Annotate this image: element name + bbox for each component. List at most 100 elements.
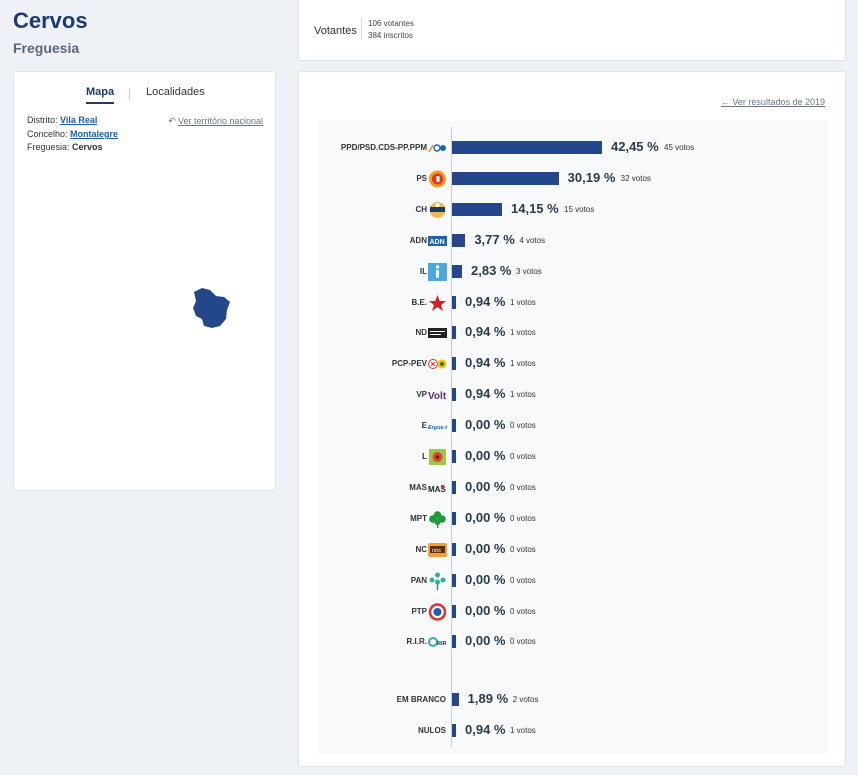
votes-label: 0 votos <box>510 482 536 492</box>
svg-text:Ergue-te: Ergue-te <box>428 425 447 431</box>
votes-label: 2 votos <box>512 695 539 705</box>
national-territory-label: Ver território nacional <box>177 116 263 126</box>
result-bar <box>452 326 456 340</box>
result-bar <box>452 724 456 738</box>
result-bar <box>452 264 462 278</box>
votes-label: 0 votos <box>510 606 536 616</box>
result-bar <box>452 295 456 309</box>
votes-label: 0 votos <box>510 575 536 585</box>
party-row: MPT 0,00 % 0 votos <box>318 508 828 530</box>
be-logo <box>428 294 447 312</box>
national-territory-link[interactable]: ↶ Ver território nacional <box>168 116 263 127</box>
party-name: ADN <box>409 235 427 245</box>
tab-mapa[interactable]: Mapa <box>86 86 115 104</box>
freguesia-map-shape[interactable] <box>190 286 232 330</box>
votes-label: 0 votos <box>510 544 536 554</box>
ps-logo <box>428 170 447 188</box>
party-name: R.I.R. <box>406 637 427 647</box>
tab-localidades[interactable]: Localidades <box>146 86 205 98</box>
map-tabs: Mapa Localidades <box>14 86 275 106</box>
nos-cidadaos-logo: nós <box>428 541 447 559</box>
party-name: B.E. <box>411 297 427 307</box>
percent-label: 3,77 % <box>474 231 515 247</box>
votes-label: 0 votos <box>510 452 536 461</box>
percent-label: 0,94 % <box>465 293 506 309</box>
previous-results-link[interactable]: ← Ver resultados de 2019 <box>721 97 825 107</box>
votes-label: 1 votos <box>510 297 536 307</box>
map-panel: Mapa Localidades Distrito: Vila Real Con… <box>13 71 276 491</box>
percent-label: 0,94 % <box>465 355 506 371</box>
svg-text:Volt: Volt <box>428 391 447 401</box>
result-bar <box>452 419 456 433</box>
party-name: ND <box>415 328 427 338</box>
percent-label: 0,00 % <box>465 448 506 463</box>
concelho-link[interactable]: Montalegre <box>70 129 118 139</box>
percent-label: 0,00 % <box>465 478 506 494</box>
freguesia-label: Freguesia: <box>27 142 70 152</box>
result-bar <box>452 202 502 216</box>
cdu-logo <box>428 355 447 373</box>
party-name: NC <box>415 544 427 554</box>
svg-text:RIR: RIR <box>437 641 447 647</box>
votes-label: 0 votos <box>510 421 536 431</box>
percent-label: 0,00 % <box>465 509 506 525</box>
result-bar <box>452 480 456 494</box>
result-bar <box>452 357 456 371</box>
result-bar <box>452 573 456 587</box>
page-subtitle: Freguesia <box>13 40 80 56</box>
party-row: PPD/PSD.CDS-PP.PPM 42,45 % 45 votos <box>318 137 828 159</box>
result-bar <box>452 635 456 649</box>
result-bar <box>452 511 456 525</box>
results-panel: ← Ver resultados de 2019 PPD/PSD.CDS-PP.… <box>298 71 846 767</box>
percent-label: 42,45 % <box>611 139 659 154</box>
party-row: PS 30,19 % 32 votos <box>318 168 828 190</box>
party-name: MAS <box>409 482 427 492</box>
percent-label: 0,00 % <box>465 540 506 556</box>
votes-label: 4 votos <box>519 235 546 245</box>
party-name: EM BRANCO <box>396 695 446 705</box>
party-row: EM BRANCO 1,89 % 2 votos <box>318 689 828 711</box>
arrow-left-icon: ← <box>720 97 733 107</box>
distrito-label: Distrito: <box>27 115 58 125</box>
results-chart: PPD/PSD.CDS-PP.PPM 42,45 % 45 votos PS 30,19… <box>318 121 828 753</box>
votes-label: 0 votos <box>510 513 536 523</box>
party-name: PCP-PEV <box>391 359 427 369</box>
party-name: PAN <box>410 575 427 585</box>
party-row: MAS MAS 0,00 % 0 votos <box>318 477 828 499</box>
votes-label: 0 votos <box>510 637 536 647</box>
livre-logo <box>428 448 447 466</box>
percent-label: 0,00 % <box>465 571 506 587</box>
party-row: B.E. 0,94 % 1 votos <box>318 292 828 314</box>
party-name: IL <box>419 266 427 276</box>
votantes-count: 106 votantes <box>368 19 414 28</box>
party-row: L 0,00 % 0 votos <box>318 446 828 468</box>
concelho-label: Concelho: <box>27 129 68 139</box>
percent-label: 1,89 % <box>467 691 509 707</box>
votes-label: 45 votos <box>664 143 695 152</box>
rir-logo: RIR <box>428 633 447 651</box>
party-row: PCP-PEV 0,94 % 1 votos <box>318 353 828 375</box>
chega-logo <box>428 201 447 219</box>
previous-results-label: Ver resultados de 2019 <box>732 97 825 107</box>
party-name: CH <box>415 204 427 214</box>
party-row: ADN ADN 3,77 % 4 votos <box>318 230 828 252</box>
votes-label: 1 votos <box>510 390 536 400</box>
mpt-logo <box>428 510 447 528</box>
percent-label: 0,94 % <box>465 324 506 340</box>
nd-logo <box>428 324 447 342</box>
party-name: L <box>422 452 427 461</box>
party-name: PTP <box>411 606 427 616</box>
percent-label: 2,83 % <box>471 262 512 278</box>
votes-label: 15 votos <box>564 204 595 214</box>
party-name: VP <box>416 390 427 400</box>
undo-icon: ↶ <box>168 116 176 126</box>
page-title: Cervos <box>13 8 88 33</box>
party-row: ND 0,94 % 1 votos <box>318 322 828 344</box>
ptp-logo <box>428 602 447 621</box>
party-name: E <box>421 421 427 431</box>
result-bar <box>452 141 602 154</box>
percent-label: 0,00 % <box>465 417 506 433</box>
distrito-link[interactable]: Vila Real <box>60 115 97 125</box>
percent-label: 0,00 % <box>465 602 506 618</box>
result-bar <box>452 388 456 402</box>
